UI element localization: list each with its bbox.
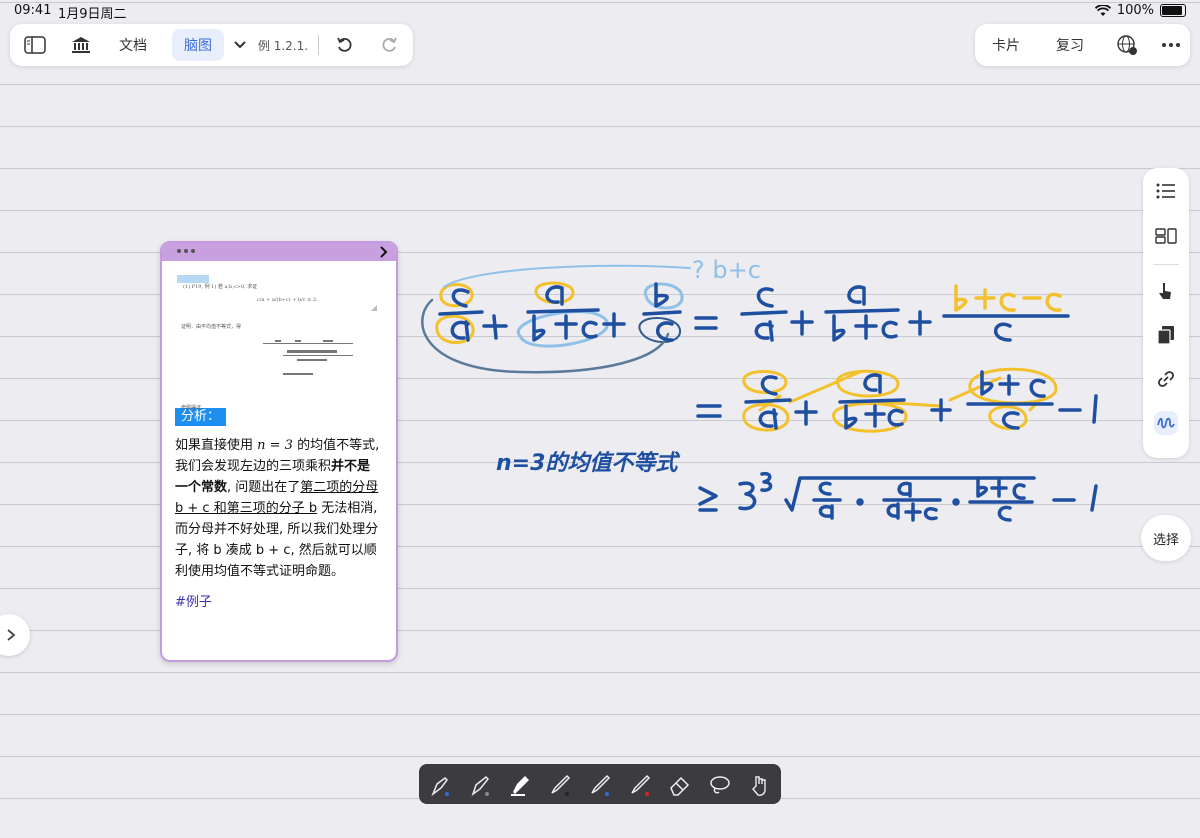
fraction-bar	[526, 308, 600, 314]
fraction-bar	[438, 310, 484, 316]
stroke-c-den	[1002, 411, 1020, 430]
stroke-b-num-yellow	[954, 284, 1062, 312]
lasso-icon	[710, 776, 730, 794]
pencil-black-icon	[551, 774, 571, 796]
pencil-blue-icon	[591, 774, 611, 796]
ballpoint-pen-icon	[471, 775, 490, 796]
stroke-b-den	[844, 404, 904, 430]
stroke-plus	[482, 314, 508, 340]
stroke-a-den	[758, 408, 778, 430]
tool-pencil-black[interactable]	[547, 772, 573, 798]
stroke-b-den	[532, 314, 598, 342]
stroke-plus	[908, 310, 932, 336]
pen-toolbar	[419, 764, 781, 804]
handwritten-label: n=3的均值不等式	[496, 450, 680, 476]
stroke-b-den	[832, 314, 898, 342]
tool-lasso[interactable]	[707, 772, 733, 798]
stroke-a-den	[450, 320, 470, 342]
fraction-bar	[740, 310, 788, 316]
stroke-three-small	[760, 471, 773, 492]
stroke-equals	[694, 316, 718, 330]
stroke-plus	[930, 398, 952, 422]
pencil-red-icon	[631, 774, 651, 796]
stroke-ac-den	[886, 502, 938, 522]
stroke-bc-num	[976, 476, 1026, 500]
stroke-geq	[698, 486, 718, 512]
blue-circle	[516, 310, 609, 348]
handwritten-note: ? b+c	[692, 256, 761, 284]
stroke-a-den	[818, 504, 834, 520]
stroke-c-num	[818, 481, 832, 496]
tool-eraser[interactable]	[667, 772, 693, 798]
tool-fountain-pen[interactable]	[427, 772, 453, 798]
stroke-plus	[602, 312, 626, 338]
stroke-c-den	[656, 321, 674, 342]
stroke-plus	[794, 400, 818, 426]
handwriting-canvas[interactable]: ? b+c n=3的均值不等式	[0, 0, 1200, 838]
stroke-a-num	[847, 285, 866, 306]
stroke-c-den	[997, 505, 1012, 522]
fraction-bar	[744, 398, 792, 404]
fraction-bar	[824, 308, 900, 314]
stroke-a-num	[897, 481, 912, 498]
stroke-a-den	[754, 320, 774, 342]
fraction-bar	[838, 398, 906, 404]
stroke-c-den	[994, 322, 1012, 342]
stroke-equals	[696, 404, 722, 418]
eraser-icon	[670, 776, 690, 796]
stroke-one	[1090, 484, 1098, 512]
tool-highlighter[interactable]	[507, 772, 533, 798]
stroke-c-num	[756, 287, 774, 308]
tool-pencil-blue[interactable]	[587, 772, 613, 798]
hand-tool-icon	[752, 776, 766, 796]
stroke-bc-num	[980, 370, 1046, 398]
stroke-three	[738, 481, 757, 511]
stroke-b-num	[654, 282, 669, 308]
tool-ballpoint[interactable]	[467, 772, 493, 798]
tool-pencil-red[interactable]	[627, 772, 653, 798]
fountain-pen-icon	[431, 777, 449, 797]
stroke-one	[1092, 394, 1098, 424]
fraction-bar	[642, 310, 682, 316]
stroke-dot	[856, 498, 864, 506]
tool-hand[interactable]	[747, 772, 773, 798]
stroke-plus	[790, 310, 814, 336]
stroke-a-num	[863, 373, 882, 394]
highlighter-icon	[511, 776, 529, 796]
stroke-dot	[952, 498, 960, 506]
blue-circle	[638, 317, 681, 343]
highlight-circle	[836, 369, 900, 398]
